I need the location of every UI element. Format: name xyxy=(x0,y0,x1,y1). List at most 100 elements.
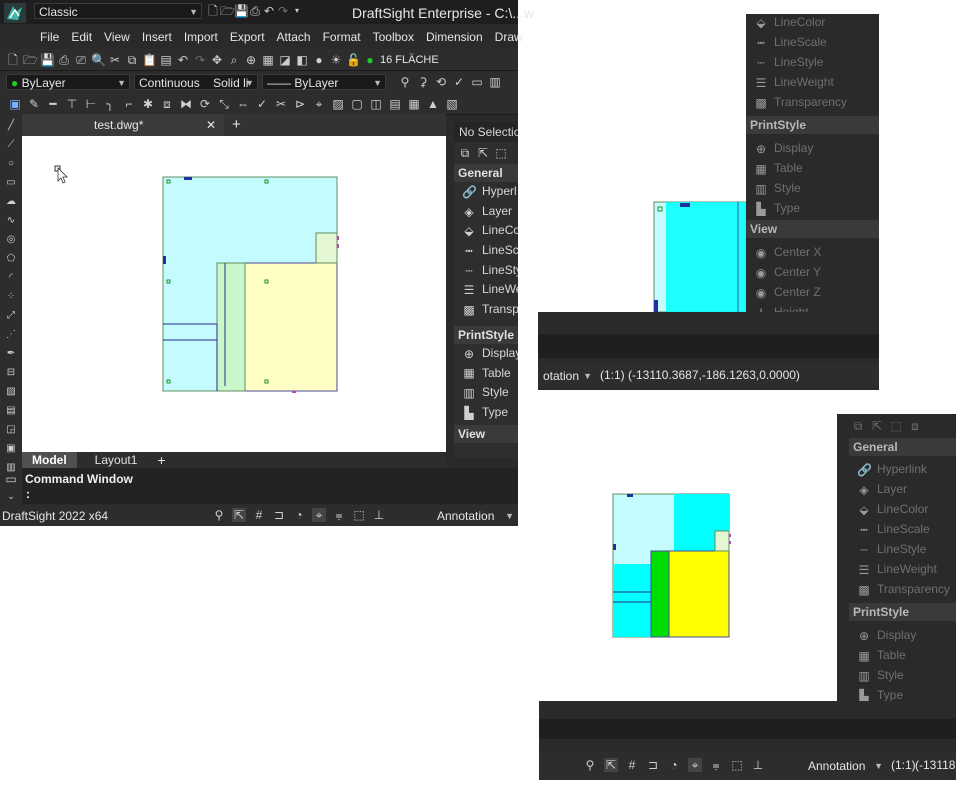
redo-icon[interactable]: ↷ xyxy=(276,4,290,18)
extend-icon[interactable]: ⊢ xyxy=(84,97,98,111)
prop-hyperlink[interactable]: 🔗 Hyperl xyxy=(454,182,518,202)
section-printstyle[interactable]: PrintStyle xyxy=(849,603,956,621)
lineweight-display-icon[interactable]: ⊥ xyxy=(751,758,765,772)
block-icon[interactable]: ▭ xyxy=(470,75,484,89)
layer-lock-icon[interactable]: 🔓 xyxy=(346,53,361,67)
block-tool-icon[interactable]: ⊟ xyxy=(4,366,18,380)
prop-display[interactable]: ⊕ Display xyxy=(849,625,956,645)
circle-tool-icon[interactable]: ○ xyxy=(4,157,18,171)
paste-icon[interactable]: 📋 xyxy=(142,53,157,67)
prop-lineweight[interactable]: ☰ LineWeight xyxy=(746,72,879,92)
menu-import[interactable]: Import xyxy=(184,30,218,44)
prop-transparency[interactable]: ▩ Transparency xyxy=(849,579,956,599)
cursor-snap-icon[interactable]: ⇱ xyxy=(232,508,246,522)
esnap-icon[interactable]: ⌖ xyxy=(688,758,702,772)
prop-type[interactable]: ▙ Type xyxy=(454,403,518,423)
grid-icon[interactable]: # xyxy=(625,758,639,772)
prop-style[interactable]: ▥ Style xyxy=(746,178,879,198)
prop-linestyle[interactable]: ┄LineSty xyxy=(454,261,518,281)
lineweight-select[interactable]: —— ByLayer ▼ xyxy=(262,74,386,90)
annotation-sync-icon[interactable]: ⟲ xyxy=(434,75,448,89)
menu-edit[interactable]: Edit xyxy=(71,30,92,44)
select-objects-icon[interactable]: ⇱ xyxy=(870,419,884,433)
prop-linestyle[interactable]: ┄ LineStyle xyxy=(849,539,956,559)
open-folder-icon[interactable]: 🗁 xyxy=(220,4,235,18)
document-tab[interactable]: test.dwg* ✕ xyxy=(22,114,224,136)
pencil-icon[interactable]: ✎ xyxy=(27,97,41,111)
lineweight-display-icon[interactable]: ⊥ xyxy=(372,508,386,522)
rotate-icon[interactable]: ⟳ xyxy=(198,97,212,111)
hatch-tool-icon[interactable]: ▨ xyxy=(4,385,18,399)
prop-style[interactable]: ▥ Style xyxy=(849,665,956,685)
chamfer-icon[interactable]: ⌐ xyxy=(122,97,136,111)
line-tool-icon[interactable]: ╱ xyxy=(4,119,18,133)
ellipse-tool-icon[interactable]: ◎ xyxy=(4,233,18,247)
menu-dimension[interactable]: Dimension xyxy=(426,30,483,44)
menu-export[interactable]: Export xyxy=(230,30,265,44)
toggle-pickadd-icon[interactable]: ⬚ xyxy=(889,419,903,433)
annotation-scale-select[interactable]: otation ▼ xyxy=(538,367,596,384)
menu-draw[interactable]: Draw xyxy=(495,30,523,44)
image-icon[interactable]: ▣ xyxy=(8,97,22,111)
prop-display[interactable]: ⊕ Display xyxy=(746,138,879,158)
zoom-realtime-icon[interactable]: ⊕ xyxy=(244,53,258,67)
trim-icon[interactable]: ⊤ xyxy=(65,97,79,111)
rectangle-tool-icon[interactable]: ▭ xyxy=(4,176,18,190)
zoom-icon[interactable]: ⌕ xyxy=(227,53,241,67)
section-general[interactable]: General xyxy=(454,164,518,182)
insert-icon[interactable]: ▧ xyxy=(445,97,459,111)
save-icon[interactable]: 💾 xyxy=(234,4,249,18)
prop-linecolor[interactable]: ⬙ LineColor xyxy=(849,499,956,519)
prop-hyperlink[interactable]: 🔗 Hyperlink xyxy=(849,459,956,479)
prop-table[interactable]: ▦ Table xyxy=(849,645,956,665)
annotation-add-icon[interactable]: ⚳ xyxy=(416,75,430,89)
explode-icon[interactable]: ✱ xyxy=(141,97,155,111)
stretch-icon[interactable]: ⇔ xyxy=(236,97,250,111)
etrack-icon[interactable]: ⩦ xyxy=(332,508,346,522)
prop-layer[interactable]: ◈ Layer xyxy=(454,202,518,222)
print-preview-icon[interactable]: 🔍 xyxy=(91,53,106,67)
copy-icon[interactable]: ⧉ xyxy=(125,53,139,67)
prop-display[interactable]: ⊕ Display xyxy=(454,344,518,364)
annotation-scale-select[interactable]: Annotation ▼ xyxy=(432,507,518,524)
select-similar-icon[interactable]: ⧈ xyxy=(908,419,922,433)
menu-toolbox[interactable]: Toolbox xyxy=(373,30,414,44)
layer-walk-icon[interactable]: ▦ xyxy=(407,97,421,111)
triangle-icon[interactable]: ▲ xyxy=(426,97,440,111)
command-toggle-icon[interactable]: ▭ xyxy=(4,472,18,486)
construction-line-icon[interactable]: ⤢ xyxy=(4,309,18,323)
new-tab-icon[interactable]: + xyxy=(232,116,241,133)
prop-linecolor[interactable]: ⬙ LineCo xyxy=(454,221,518,241)
prop-transparency[interactable]: ▩ Transparency xyxy=(746,92,879,112)
plot-icon[interactable]: ⎚ xyxy=(74,53,88,67)
table-tool-icon[interactable]: ▤ xyxy=(4,404,18,418)
quick-input-icon[interactable]: ⬚ xyxy=(730,758,744,772)
spline-tool-icon[interactable]: ∿ xyxy=(4,214,18,228)
annotation-scale-icon[interactable]: ⚲ xyxy=(398,75,412,89)
points-tool-icon[interactable]: ⁘ xyxy=(4,290,18,304)
annotation-scale-select[interactable]: Annotation ▼ xyxy=(803,757,887,774)
table-icon[interactable]: ▥ xyxy=(488,75,502,89)
new-file-icon[interactable]: 🗋 xyxy=(206,4,220,18)
table-edit-icon[interactable]: ▤ xyxy=(388,97,402,111)
layer-previous-icon[interactable]: ◧ xyxy=(295,53,309,67)
prop-linescale[interactable]: ┅ LineScale xyxy=(746,32,879,52)
cursor-snap-icon[interactable]: ⇱ xyxy=(604,758,618,772)
grid-icon[interactable]: # xyxy=(252,508,266,522)
boundary-icon[interactable]: ◫ xyxy=(369,97,383,111)
print-icon[interactable]: ⎙ xyxy=(248,4,262,18)
break-icon[interactable]: ✂ xyxy=(274,97,288,111)
etrack-icon[interactable]: ⩦ xyxy=(709,758,723,772)
measure-icon[interactable]: ⌖ xyxy=(312,97,326,111)
line-icon[interactable]: ━ xyxy=(46,97,60,111)
customize-arrow-icon[interactable]: ▾ xyxy=(290,4,304,18)
esnap-icon[interactable]: ⌖ xyxy=(312,508,326,522)
prop-linescale[interactable]: ┅ LineSc xyxy=(454,241,518,261)
polar-icon[interactable]: ◔ xyxy=(667,758,681,772)
section-view[interactable]: View xyxy=(454,424,518,443)
layer-state-icon[interactable]: ◪ xyxy=(278,53,292,67)
close-icon[interactable]: ✕ xyxy=(206,118,216,132)
prop-transparency[interactable]: ▩ Transp xyxy=(454,300,518,320)
prop-table[interactable]: ▦ Table xyxy=(746,158,879,178)
prop-linescale[interactable]: ┅ LineScale xyxy=(849,519,956,539)
